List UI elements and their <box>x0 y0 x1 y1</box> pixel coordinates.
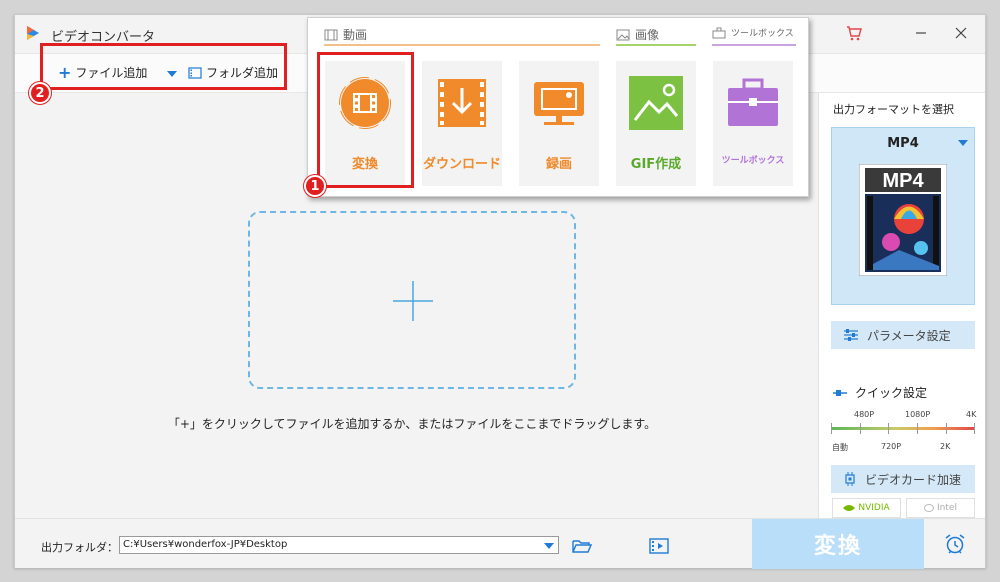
annotation-box-1 <box>317 52 414 188</box>
app-logo-icon <box>27 26 39 40</box>
record-function-label: 録画 <box>545 157 572 172</box>
quality-label-720p: 720P <box>881 442 902 451</box>
add-plus-icon <box>393 281 433 321</box>
output-folder-label: 出力フォルダ： <box>41 541 118 554</box>
quality-label-4k: 4K <box>966 410 977 419</box>
toolbox-section-text: ツールボックス <box>731 29 794 39</box>
download-function-label: ダウンロード <box>422 157 501 172</box>
open-folder-icon[interactable] <box>572 538 592 554</box>
gif-function-label: GIF作成 <box>630 157 682 172</box>
close-button[interactable] <box>951 23 971 43</box>
screen-record-icon <box>534 82 584 125</box>
image-section-text: 画像 <box>635 28 660 42</box>
quick-settings-title: クイック設定 <box>833 384 927 401</box>
minimize-icon <box>916 32 926 34</box>
cart-icon[interactable] <box>845 24 863 42</box>
chip-icon <box>845 472 855 486</box>
gif-image-icon <box>629 76 683 130</box>
quality-label-auto: 自動 <box>832 443 848 452</box>
video-folder-icon[interactable] <box>649 537 669 555</box>
toolbox-icon <box>728 78 778 126</box>
quick-settings-label: クイック設定 <box>855 386 928 400</box>
download-icon <box>438 79 486 127</box>
annotation-badge-1: 1 <box>304 175 326 197</box>
output-format-title: 出力フォーマットを選択 <box>833 103 954 116</box>
format-dropdown-icon <box>958 140 968 146</box>
close-icon <box>955 27 967 39</box>
toolbox-function-label: ツールボックス <box>721 156 785 166</box>
toolbox-function-tile[interactable]: ツールボックス <box>713 61 793 186</box>
format-name: MP4 <box>887 136 919 151</box>
output-folder-path-text: C:¥Users¥wonderfox-JP¥Desktop <box>123 539 288 550</box>
mp4-format-icon: MP4 <box>859 164 947 276</box>
output-folder-dropdown-icon[interactable] <box>544 543 554 549</box>
video-section-label: 動画 <box>324 26 367 43</box>
annotation-badge-2: 2 <box>29 82 51 104</box>
toolbox-small-icon <box>712 27 726 38</box>
video-section-line <box>324 44 600 46</box>
intel-label: Intel <box>937 503 957 513</box>
toolbox-section-label: ツールボックス <box>712 26 794 39</box>
format-selector[interactable]: MP4 MP4 <box>831 127 975 305</box>
sliders-icon <box>844 329 858 341</box>
quick-settings-icon <box>833 389 847 396</box>
intel-option[interactable]: Intel <box>906 498 975 518</box>
gpu-acceleration-label: ビデオカード加速 <box>865 472 962 487</box>
toolbox-section-line <box>712 44 796 46</box>
nvidia-option[interactable]: NVIDIA <box>832 498 901 518</box>
quality-label-2k: 2K <box>940 442 951 451</box>
image-section-label: 画像 <box>616 26 659 43</box>
quality-slider[interactable] <box>831 423 975 434</box>
quality-label-480p: 480P <box>854 410 875 419</box>
video-section-text: 動画 <box>343 28 368 42</box>
quality-label-1080p: 1080P <box>905 410 931 419</box>
image-section-line <box>616 44 696 46</box>
gif-function-tile[interactable]: GIF作成 <box>616 61 696 186</box>
bottom-bar: 出力フォルダ： C:¥Users¥wonderfox-JP¥Desktop 変換 <box>15 518 985 569</box>
convert-button[interactable]: 変換 <box>752 519 924 569</box>
annotation-box-2 <box>40 43 287 90</box>
image-icon <box>616 29 630 40</box>
format-badge-text: MP4 <box>882 170 924 192</box>
parameter-settings-button[interactable]: パラメータ設定 <box>831 321 975 349</box>
drop-hint-text: 「+」をクリックしてファイルを追加するか、またはファイルをここまでドラッグします… <box>167 417 657 431</box>
nvidia-label: NVIDIA <box>858 503 890 513</box>
minimize-button[interactable] <box>911 23 931 43</box>
nvidia-logo-icon <box>843 505 856 511</box>
intel-logo-icon <box>924 504 935 512</box>
alarm-clock-icon[interactable] <box>944 533 966 555</box>
parameter-settings-label: パラメータ設定 <box>867 328 951 343</box>
output-folder-path[interactable]: C:¥Users¥wonderfox-JP¥Desktop <box>119 536 559 554</box>
gpu-acceleration-button[interactable]: ビデオカード加速 <box>831 465 975 493</box>
output-format-panel: 出力フォーマットを選択 MP4 MP4 パラメータ設定 クイック設定 480P … <box>818 93 985 518</box>
film-icon <box>324 29 338 40</box>
download-function-tile[interactable]: ダウンロード <box>422 61 502 186</box>
file-drop-zone[interactable] <box>248 211 576 389</box>
record-function-tile[interactable]: 録画 <box>519 61 599 186</box>
